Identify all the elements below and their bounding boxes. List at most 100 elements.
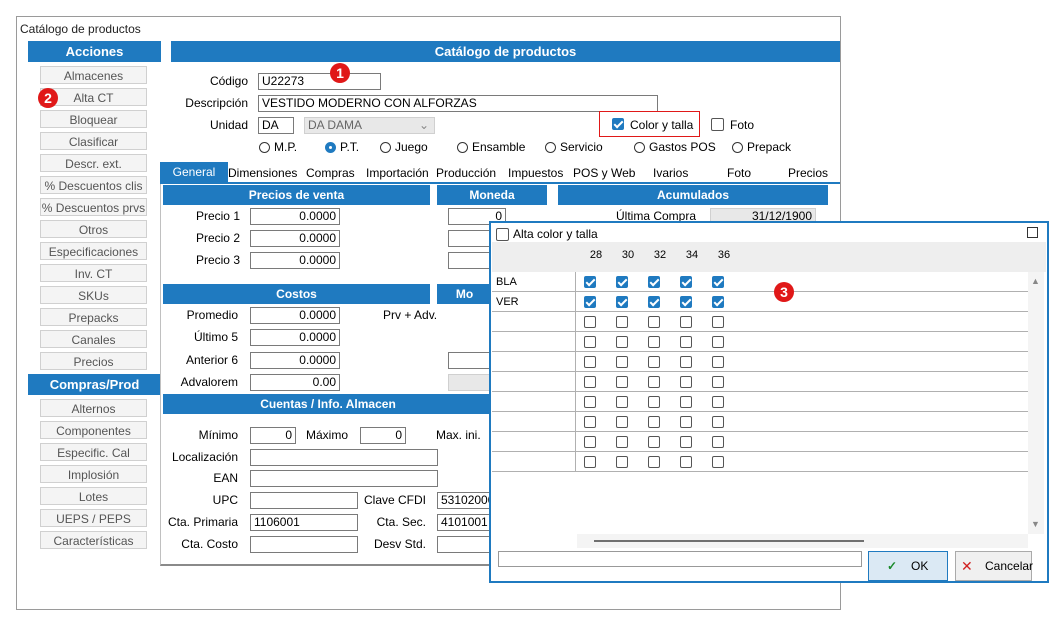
size-checkbox[interactable] (584, 356, 596, 368)
radio-gastos-pos[interactable] (634, 142, 645, 153)
size-checkbox[interactable] (616, 456, 628, 468)
tab-dimensiones[interactable]: Dimensiones (228, 166, 297, 180)
localizacion-input[interactable] (250, 449, 438, 466)
size-checkbox[interactable] (712, 296, 724, 308)
sidebar-btn-otros[interactable]: Otros (40, 220, 147, 238)
sidebar-btn-precios[interactable]: Precios (40, 352, 147, 370)
tab-impuestos[interactable]: Impuestos (508, 166, 563, 180)
size-checkbox[interactable] (584, 396, 596, 408)
size-checkbox[interactable] (584, 456, 596, 468)
size-checkbox[interactable] (584, 296, 596, 308)
size-checkbox[interactable] (648, 416, 660, 428)
size-checkbox[interactable] (680, 316, 692, 328)
sidebar-btn-descuentos-prvs[interactable]: % Descuentos prvs (40, 198, 147, 216)
size-checkbox[interactable] (712, 416, 724, 428)
size-checkbox[interactable] (584, 336, 596, 348)
scroll-down-icon[interactable]: ▼ (1031, 519, 1040, 529)
unidad-select[interactable]: DA DAMA ⌄ (304, 117, 435, 134)
scroll-up-icon[interactable]: ▲ (1031, 276, 1040, 286)
tab-precios[interactable]: Precios (788, 166, 828, 180)
upc-input[interactable] (250, 492, 358, 509)
sidebar-btn-canales[interactable]: Canales (40, 330, 147, 348)
mo-input[interactable] (448, 352, 493, 369)
size-checkbox[interactable] (616, 316, 628, 328)
size-checkbox[interactable] (616, 376, 628, 388)
radio-prepack[interactable] (732, 142, 743, 153)
descripcion-input[interactable]: VESTIDO MODERNO CON ALFORZAS (258, 95, 658, 112)
color-talla-checkbox[interactable] (612, 118, 624, 130)
sidebar-btn-descuentos-clis[interactable]: % Descuentos clis (40, 176, 147, 194)
size-checkbox[interactable] (680, 416, 692, 428)
radio-mp[interactable] (259, 142, 270, 153)
sidebar-btn-descr-ext[interactable]: Descr. ext. (40, 154, 147, 172)
maximo-input[interactable]: 0 (360, 427, 406, 444)
size-checkbox[interactable] (680, 296, 692, 308)
cta-primaria-input[interactable]: 1106001 (250, 514, 358, 531)
tab-compras[interactable]: Compras (306, 166, 355, 180)
sidebar-btn-alternos[interactable]: Alternos (40, 399, 147, 417)
sidebar-btn-implosi-n[interactable]: Implosión (40, 465, 147, 483)
unidad-input[interactable]: DA (258, 117, 294, 134)
radio-pt[interactable] (325, 142, 336, 153)
anterior-6-input[interactable]: 0.0000 (250, 352, 340, 369)
dialog-note-input[interactable] (498, 551, 862, 567)
cta-costo-input[interactable] (250, 536, 358, 553)
size-checkbox[interactable] (648, 396, 660, 408)
radio-ensamble[interactable] (457, 142, 468, 153)
sidebar-btn-especificaciones[interactable]: Especificaciones (40, 242, 147, 260)
sidebar-btn-lotes[interactable]: Lotes (40, 487, 147, 505)
size-checkbox[interactable] (616, 296, 628, 308)
size-checkbox[interactable] (648, 376, 660, 388)
size-checkbox[interactable] (616, 416, 628, 428)
tab-produccion[interactable]: Producción (436, 166, 496, 180)
size-checkbox[interactable] (680, 336, 692, 348)
size-checkbox[interactable] (648, 316, 660, 328)
size-checkbox[interactable] (712, 316, 724, 328)
radio-juego[interactable] (380, 142, 391, 153)
desv-std-input[interactable] (437, 536, 493, 553)
promedio-input[interactable]: 0.0000 (250, 307, 340, 324)
size-checkbox[interactable] (712, 436, 724, 448)
cancel-button[interactable]: ✕ Cancelar (955, 551, 1033, 581)
size-checkbox[interactable] (584, 316, 596, 328)
precio-1-input[interactable]: 0.0000 (250, 208, 340, 225)
size-checkbox[interactable] (680, 396, 692, 408)
size-checkbox[interactable] (712, 336, 724, 348)
size-checkbox[interactable] (616, 396, 628, 408)
sidebar-btn-ueps-peps[interactable]: UEPS / PEPS (40, 509, 147, 527)
sidebar-btn-inv-ct[interactable]: Inv. CT (40, 264, 147, 282)
sidebar-btn-especific-cal[interactable]: Especific. Cal (40, 443, 147, 461)
size-checkbox[interactable] (616, 276, 628, 288)
size-checkbox[interactable] (712, 456, 724, 468)
size-checkbox[interactable] (680, 376, 692, 388)
size-checkbox[interactable] (680, 276, 692, 288)
size-checkbox[interactable] (680, 436, 692, 448)
size-checkbox[interactable] (616, 436, 628, 448)
ultimo-5-input[interactable]: 0.0000 (250, 329, 340, 346)
tab-importacion[interactable]: Importación (366, 166, 429, 180)
maximize-icon[interactable] (1027, 227, 1038, 238)
size-checkbox[interactable] (616, 336, 628, 348)
advalorem-input[interactable]: 0.00 (250, 374, 340, 391)
size-checkbox[interactable] (712, 356, 724, 368)
precio-2-input[interactable]: 0.0000 (250, 230, 340, 247)
size-checkbox[interactable] (584, 376, 596, 388)
tab-pos-web[interactable]: POS y Web (573, 166, 635, 180)
horizontal-scroll-thumb[interactable] (594, 540, 864, 542)
size-checkbox[interactable] (680, 356, 692, 368)
precio-3-input[interactable]: 0.0000 (250, 252, 340, 269)
codigo-input[interactable]: U22273 (258, 73, 381, 90)
size-checkbox[interactable] (648, 356, 660, 368)
sidebar-btn-componentes[interactable]: Componentes (40, 421, 147, 439)
size-checkbox[interactable] (648, 436, 660, 448)
size-checkbox[interactable] (648, 336, 660, 348)
size-checkbox[interactable] (712, 396, 724, 408)
tab-ivarios[interactable]: Ivarios (653, 166, 688, 180)
sidebar-btn-clasificar[interactable]: Clasificar (40, 132, 147, 150)
foto-checkbox[interactable] (711, 118, 724, 131)
size-checkbox[interactable] (712, 376, 724, 388)
sidebar-btn-skus[interactable]: SKUs (40, 286, 147, 304)
tab-general[interactable]: General (160, 162, 228, 182)
size-checkbox[interactable] (648, 276, 660, 288)
dialog-title-checkbox[interactable] (496, 228, 509, 241)
